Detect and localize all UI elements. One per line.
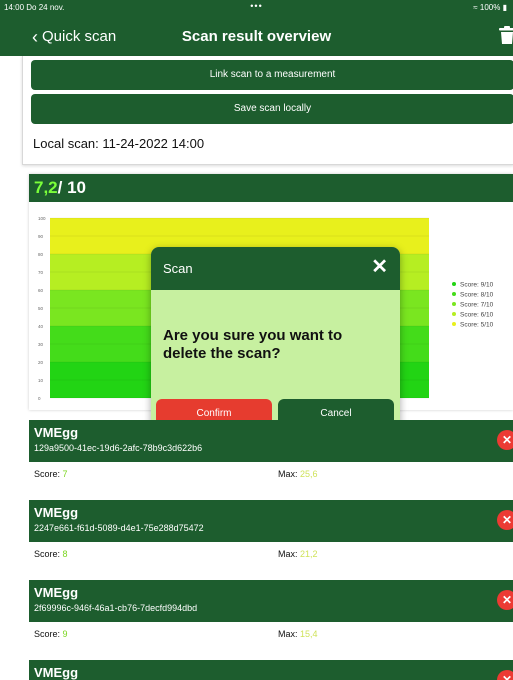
legend-marker [452, 322, 456, 326]
y-tick-label: 80 [38, 252, 44, 257]
score-label: Score: [34, 629, 61, 639]
link-scan-button[interactable]: Link scan to a measurement [31, 60, 513, 90]
page-title: Scan result overview [181, 28, 332, 45]
scan-actions-panel: Link scan to a measurement Save scan loc… [22, 56, 513, 165]
entry-header: VMEgg 2f69996c-946f-46a1-cb76-7decfd994d… [29, 580, 513, 622]
battery-icon: ▮ [502, 3, 507, 12]
entry-score: Score: 8 [34, 549, 68, 559]
save-locally-button[interactable]: Save scan locally [31, 94, 513, 124]
entry-id: 129a9500-41ec-19d6-2afc-78b9c3d622b6 [34, 443, 203, 453]
scan-entry[interactable]: VMEgg 2f69996c-946f-46a1-cb76-7decfd994d… [29, 580, 513, 644]
y-tick-label: 70 [38, 270, 44, 275]
delete-icon[interactable]: ✕ [497, 590, 513, 610]
score-value: 7 [62, 469, 68, 479]
legend-marker [452, 312, 456, 316]
entry-name: VMEgg [34, 665, 79, 680]
legend-marker [452, 282, 456, 286]
y-tick-label: 30 [38, 342, 44, 347]
entry-max: Max: 25,6 [278, 469, 318, 479]
y-tick-label: 60 [38, 288, 44, 293]
legend-marker [452, 302, 456, 306]
trash-icon[interactable] [497, 25, 513, 45]
max-label: Max: [278, 629, 298, 639]
y-tick-label: 90 [38, 234, 44, 239]
local-scan-label: Local scan: 11-24-2022 14:00 [33, 136, 205, 151]
entry-score: Score: 7 [34, 469, 68, 479]
y-tick-label: 50 [38, 306, 44, 311]
entry-stats: Score: 8 Max: 21,2 [29, 542, 513, 564]
max-value: 25,6 [300, 469, 318, 479]
score-header: 7,2/ 10 [29, 174, 513, 202]
entry-max: Max: 21,2 [278, 549, 318, 559]
score-value: 9 [62, 629, 68, 639]
score-value: 8 [62, 549, 68, 559]
entry-header: VMEgg 129a9500-41ec-19d6-2afc-78b9c3d622… [29, 420, 513, 462]
dialog-header: Scan ✕ [151, 247, 400, 290]
delete-icon[interactable]: ✕ [497, 670, 513, 680]
entry-name: VMEgg [34, 585, 79, 600]
top-bar: 14:00 Do 24 nov. ••• ≈ 100% ▮ ‹ Quick sc… [0, 0, 513, 56]
y-tick-label: 10 [38, 378, 44, 383]
max-value: 15,4 [300, 629, 318, 639]
max-value: 21,2 [300, 549, 318, 559]
multitask-dots[interactable]: ••• [0, 1, 513, 11]
battery-indicator: ≈ 100% ▮ [473, 3, 507, 12]
entry-header: VMEgg ✕ [29, 660, 513, 680]
y-tick-label: 20 [38, 360, 44, 365]
y-tick-label: 0 [38, 396, 41, 401]
y-tick-label: 100 [38, 216, 46, 221]
entry-header: VMEgg 2247e661-f61d-5089-d4e1-75e288d754… [29, 500, 513, 542]
close-icon[interactable]: ✕ [371, 257, 388, 277]
battery-label: 100% [479, 3, 501, 12]
legend-label: Score: 8/10 [460, 292, 494, 299]
nav-bar: ‹ Quick scan Scan result overview [0, 22, 513, 52]
score-label: Score: [34, 469, 61, 479]
entry-stats: Score: 7 Max: 25,6 [29, 462, 513, 484]
scan-entry[interactable]: VMEgg 129a9500-41ec-19d6-2afc-78b9c3d622… [29, 420, 513, 484]
score-number: 7,2 [34, 178, 58, 197]
legend-marker [452, 292, 456, 296]
legend-label: Score: 9/10 [460, 282, 494, 289]
delete-icon[interactable]: ✕ [497, 510, 513, 530]
entry-id: 2247e661-f61d-5089-d4e1-75e288d75472 [34, 523, 204, 533]
entry-name: VMEgg [34, 425, 79, 440]
scan-entry[interactable]: VMEgg ✕ [29, 660, 513, 680]
legend-label: Score: 6/10 [460, 312, 494, 319]
legend-label: Score: 5/10 [460, 322, 494, 329]
entry-max: Max: 15,4 [278, 629, 318, 639]
wifi-icon: ≈ [473, 3, 478, 12]
legend-label: Score: 7/10 [460, 302, 494, 309]
y-tick-label: 40 [38, 324, 44, 329]
status-bar: 14:00 Do 24 nov. ••• ≈ 100% ▮ [0, 0, 513, 14]
entry-id: 2f69996c-946f-46a1-cb76-7decfd994dbd [34, 603, 198, 613]
score-value: 7,2/ 10 [34, 178, 86, 198]
max-label: Max: [278, 469, 298, 479]
max-label: Max: [278, 549, 298, 559]
scan-entry[interactable]: VMEgg 2247e661-f61d-5089-d4e1-75e288d754… [29, 500, 513, 564]
delete-icon[interactable]: ✕ [497, 430, 513, 450]
entry-name: VMEgg [34, 505, 79, 520]
dialog-message: Are you sure you want to delete the scan… [163, 327, 343, 362]
score-total: / 10 [57, 178, 86, 197]
delete-dialog: Scan ✕ Are you sure you want to delete t… [151, 247, 400, 431]
entry-stats: Score: 9 Max: 15,4 [29, 622, 513, 644]
entry-score: Score: 9 [34, 629, 68, 639]
score-label: Score: [34, 549, 61, 559]
dialog-title: Scan [163, 261, 193, 276]
